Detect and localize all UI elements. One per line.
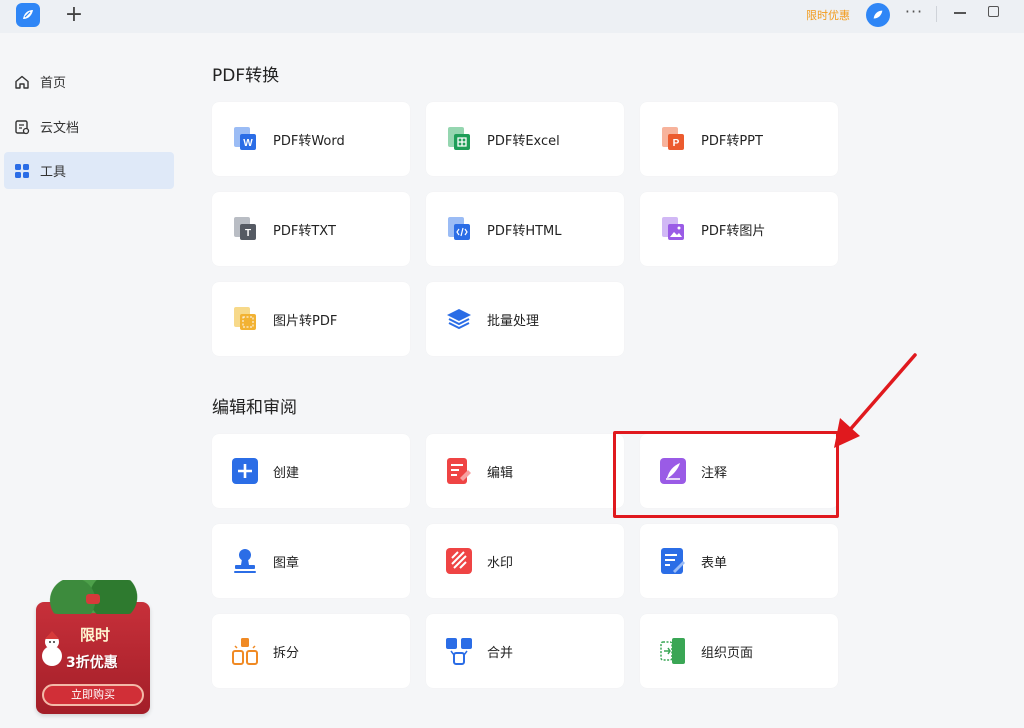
red-arrow-icon [834,353,917,448]
snowman-icon [42,631,62,666]
tool-label: 图片转PDF [273,313,338,329]
tool-organize-pages[interactable]: 组织页面 [640,614,838,688]
titlebar-divider [936,6,937,22]
tool-label: 拆分 [273,645,300,661]
image-to-pdf-icon [231,305,259,333]
tool-pdf-to-ppt[interactable]: P PDF转PPT [640,102,838,176]
tool-label: PDF转HTML [487,223,562,239]
tool-stamp[interactable]: 图章 [212,524,410,598]
edit-icon [445,457,473,485]
stamp-icon [231,547,259,575]
sidebar-item-label: 工具 [40,165,67,180]
txt-icon: T [231,215,259,243]
tool-image-to-pdf[interactable]: 图片转PDF [212,282,410,356]
tool-pdf-to-html[interactable]: PDF转HTML [426,192,624,266]
word-icon: W [231,125,259,153]
tool-label: PDF转图片 [701,223,766,239]
tool-label: PDF转Word [273,133,345,149]
html-icon [445,215,473,243]
tool-label: 组织页面 [701,645,754,661]
tool-create[interactable]: 创建 [212,434,410,508]
tool-label: 批量处理 [487,313,540,329]
tool-label: 水印 [487,555,514,571]
svg-text:T: T [245,228,251,239]
tool-pdf-to-excel[interactable]: PDF转Excel [426,102,624,176]
tool-batch-process[interactable]: 批量处理 [426,282,624,356]
image-icon [659,215,687,243]
organize-pages-icon [659,637,687,665]
tool-label: 编辑 [487,465,514,481]
svg-text:P: P [673,138,680,149]
section-title-edit-review: 编辑和审阅 [212,398,297,418]
home-icon [14,74,30,90]
app-logo-icon[interactable] [16,3,40,27]
title-bar: + 限时优惠 ··· [0,0,1024,33]
sidebar-item-label: 云文档 [40,121,80,136]
more-button[interactable]: ··· [904,2,924,26]
new-tab-button[interactable]: + [64,3,84,27]
cloud-doc-icon [14,119,30,135]
tool-pdf-to-txt[interactable]: T PDF转TXT [212,192,410,266]
tool-label: PDF转TXT [273,223,336,239]
tool-form[interactable]: 表单 [640,524,838,598]
layers-icon [445,305,473,333]
tool-label: 图章 [273,555,300,571]
tool-merge[interactable]: 合并 [426,614,624,688]
svg-text:W: W [243,138,253,149]
excel-icon [445,125,473,153]
tool-label: 表单 [701,555,728,571]
sidebar-item-home[interactable]: 首页 [4,63,174,100]
promo-discount: 3折优惠 [66,655,118,671]
ppt-icon: P [659,125,687,153]
plus-icon [231,457,259,485]
promo-banner[interactable]: 限时 3折优惠 立即购买 [36,580,150,714]
tool-label: PDF转PPT [701,133,763,149]
section-title-pdf-convert: PDF转换 [212,66,280,86]
tool-label: PDF转Excel [487,133,560,149]
sidebar-item-cloud-docs[interactable]: 云文档 [4,108,174,145]
tool-pdf-to-image[interactable]: PDF转图片 [640,192,838,266]
highlight-annotation-box [613,431,839,518]
sidebar-item-tools[interactable]: 工具 [4,152,174,189]
tool-label: 创建 [273,465,300,481]
buy-now-button[interactable]: 立即购买 [42,684,144,706]
bow-decoration [86,594,100,604]
tool-edit[interactable]: 编辑 [426,434,624,508]
tool-split[interactable]: 拆分 [212,614,410,688]
maximize-icon [988,6,999,17]
sidebar-item-label: 首页 [40,76,67,91]
minimize-icon [954,12,966,14]
split-icon [231,637,259,665]
grid-icon [14,163,30,179]
promo-link[interactable]: 限时优惠 [806,7,850,23]
tool-pdf-to-word[interactable]: W PDF转Word [212,102,410,176]
tool-label: 合并 [487,645,514,661]
user-avatar[interactable] [866,3,890,27]
tool-watermark[interactable]: 水印 [426,524,624,598]
watermark-icon [445,547,473,575]
form-icon [659,547,687,575]
merge-icon [445,637,473,665]
promo-title: 限时 [80,626,111,644]
